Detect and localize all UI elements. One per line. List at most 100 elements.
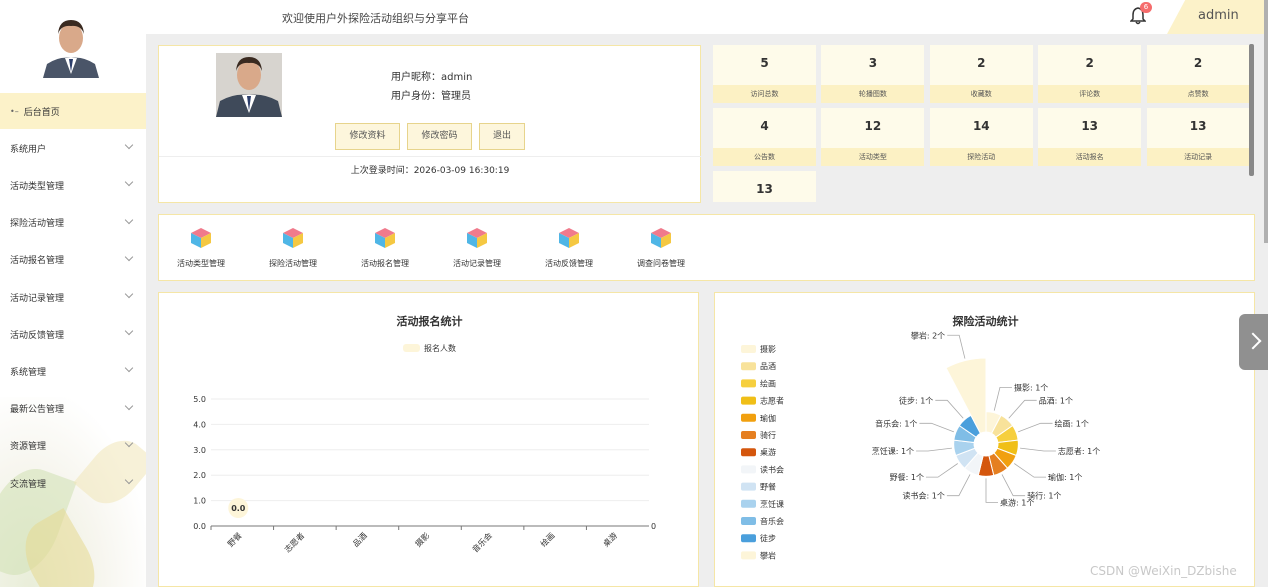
quick-link-label: 活动报名管理 xyxy=(361,259,409,268)
change-password-button[interactable]: 修改密码 xyxy=(407,123,472,150)
chevron-down-icon xyxy=(124,401,134,410)
y-tick-label: 5.0 xyxy=(193,395,206,404)
chevron-down-icon xyxy=(124,140,134,150)
stat-label: 收藏数 xyxy=(929,85,1033,103)
sidebar-item-label: 系统管理 xyxy=(10,367,47,378)
slice-label: 志愿者: 1个 xyxy=(1058,446,1100,456)
slice-label: 瑜伽: 1个 xyxy=(1048,472,1082,482)
sidebar-item-label: 资源管理 xyxy=(10,442,47,453)
sidebar-item-label: 交流管理 xyxy=(10,479,47,490)
nickname-row: 用户昵称：admin xyxy=(391,68,472,83)
legend-label: 音乐会 xyxy=(760,516,784,526)
legend-swatch xyxy=(741,499,756,508)
stat-card[interactable]: 2 收藏数 xyxy=(929,45,1033,103)
stat-label: 活动类型 xyxy=(821,148,925,166)
stat-value: 13 xyxy=(1189,119,1207,133)
stat-label: 访问总数 xyxy=(713,85,816,103)
stat-card[interactable]: 13 活动记录 xyxy=(1146,108,1250,166)
user-menu[interactable]: admin xyxy=(1167,0,1268,34)
stat-card[interactable]: 2 评论数 xyxy=(1038,45,1142,103)
sidebar: •– 后台首页系统用户 活动类型管理 探险活动管理活动报名管理活动记录管理 活动反馈管理… xyxy=(0,0,146,587)
stat-value: 13 xyxy=(1081,119,1099,133)
role-value: 管理员 xyxy=(441,91,471,102)
label-line xyxy=(1020,447,1056,452)
slice-label: 攀岩: 2个 xyxy=(911,330,945,340)
sidebar-item[interactable]: 活动反馈管理 xyxy=(0,316,146,352)
quick-link[interactable]: 活动反馈管理 xyxy=(529,227,609,269)
sidebar-item[interactable]: 最新公告管理 xyxy=(0,391,146,427)
x-tick-label: 摄影 xyxy=(413,530,431,548)
divider xyxy=(159,156,701,157)
cube-icon xyxy=(559,228,579,248)
home-icon: •– xyxy=(10,106,19,116)
legend-swatch xyxy=(741,362,756,371)
stat-value: 2 xyxy=(977,56,986,70)
stat-card[interactable]: 14 探险活动 xyxy=(929,108,1033,166)
sidebar-item[interactable]: 活动类型管理 xyxy=(0,167,146,203)
label-line xyxy=(1014,463,1047,478)
stat-card[interactable]: 13 xyxy=(713,171,816,202)
legend-swatch xyxy=(741,517,756,525)
sidebar-item[interactable]: 活动报名管理 xyxy=(0,242,146,278)
quick-link-label: 调查问卷管理 xyxy=(637,259,685,268)
legend-label: 瑜伽 xyxy=(760,413,776,423)
sidebar-item[interactable]: 系统用户 xyxy=(0,130,146,166)
sidebar-item-label: 后台首页 xyxy=(23,107,60,118)
x-tick-label: 音乐会 xyxy=(470,530,494,554)
quick-link[interactable]: 活动类型管理 xyxy=(161,227,241,269)
page-scrollbar[interactable] xyxy=(1264,0,1268,243)
legend-label: 烹饪课 xyxy=(760,499,784,509)
quick-link[interactable]: 活动记录管理 xyxy=(437,227,517,269)
role-row: 用户身份：管理员 xyxy=(391,87,471,102)
sidebar-item[interactable]: 交流管理 xyxy=(0,465,146,501)
label-line xyxy=(947,334,966,359)
chevron-down-icon xyxy=(124,178,134,187)
legend-swatch xyxy=(741,345,756,353)
sidebar-item[interactable]: 探险活动管理 xyxy=(0,205,146,241)
avatar[interactable] xyxy=(43,12,99,78)
stats-scrollbar[interactable] xyxy=(1249,44,1254,176)
legend-label: 徒步 xyxy=(760,533,776,543)
sidebar-item-label: 活动报名管理 xyxy=(10,256,65,267)
quick-link[interactable]: 调查问卷管理 xyxy=(621,227,701,269)
profile-card: 用户昵称：admin 用户身份：管理员 修改资料 修改密码 退出 上次登录时间：… xyxy=(158,45,701,203)
chevron-down-icon xyxy=(124,252,134,262)
nickname-value: admin xyxy=(441,72,473,83)
next-arrow-button[interactable] xyxy=(1239,314,1268,370)
stat-card[interactable]: 3 轮播图数 xyxy=(821,45,925,103)
chevron-down-icon xyxy=(124,326,134,336)
sidebar-item[interactable]: 活动记录管理 xyxy=(0,279,146,315)
logout-button[interactable]: 退出 xyxy=(479,123,525,150)
sidebar-item[interactable]: •– 后台首页 xyxy=(0,93,146,129)
sidebar-item[interactable]: 系统管理 xyxy=(0,353,146,389)
sidebar-item[interactable]: 资源管理 xyxy=(0,428,146,464)
slice-label: 桌游: 1个 xyxy=(1000,497,1034,507)
stat-card[interactable]: 5 访问总数 xyxy=(713,45,816,103)
stat-card[interactable]: 4 公告数 xyxy=(713,108,816,166)
slice-label: 烹饪课: 1个 xyxy=(872,446,914,456)
y-tick-label: 0.0 xyxy=(193,522,206,531)
label-line xyxy=(985,478,998,503)
stat-card[interactable]: 13 活动报名 xyxy=(1038,108,1142,166)
quick-link[interactable]: 活动报名管理 xyxy=(345,227,425,269)
stat-card[interactable]: 2 点赞数 xyxy=(1146,45,1250,103)
legend-label: 报名人数 xyxy=(424,343,456,353)
legend-swatch xyxy=(741,396,756,405)
edit-profile-button[interactable]: 修改资料 xyxy=(335,123,400,150)
stat-label: 评论数 xyxy=(1038,85,1142,103)
label-line xyxy=(935,399,964,419)
slice-label: 读书会: 1个 xyxy=(903,491,945,501)
stat-value: 13 xyxy=(756,182,773,196)
chevron-down-icon xyxy=(124,364,134,373)
quick-link[interactable]: 探险活动管理 xyxy=(253,227,333,269)
label-line xyxy=(993,386,1012,411)
slice-label: 徒步: 1个 xyxy=(899,395,933,405)
stat-card[interactable]: 12 活动类型 xyxy=(821,108,925,166)
legend-label: 志愿者 xyxy=(760,396,784,406)
cube-icon xyxy=(283,228,303,248)
y-tick-label: 4.0 xyxy=(193,420,206,429)
stat-value: 4 xyxy=(760,119,769,133)
legend-swatch xyxy=(741,482,756,491)
y-tick-label: 2.0 xyxy=(193,471,206,480)
legend-swatch xyxy=(741,379,756,388)
